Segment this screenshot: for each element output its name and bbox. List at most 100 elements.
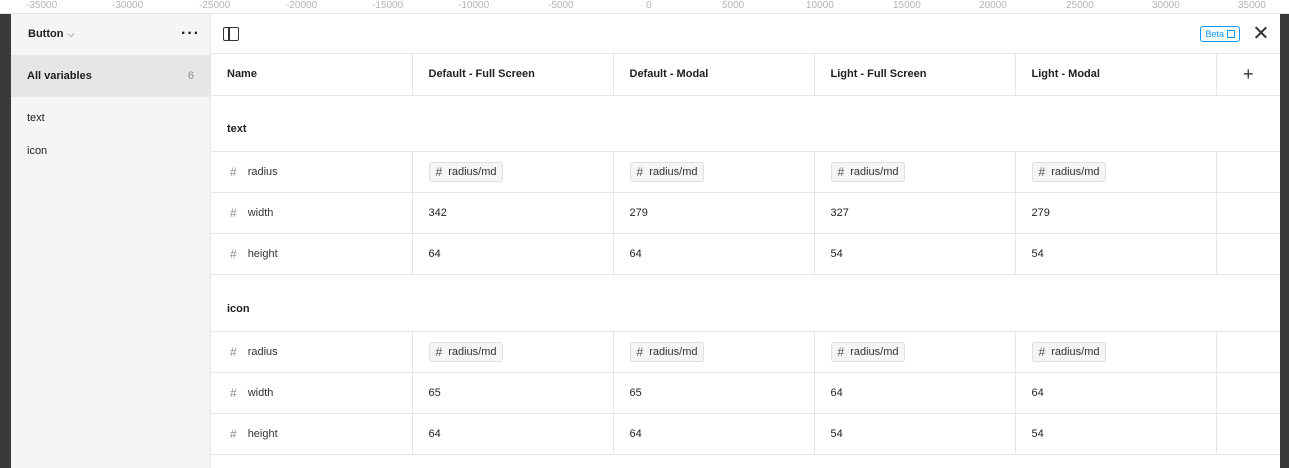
column-header-mode[interactable]: Light - Modal — [1015, 54, 1217, 96]
table-row[interactable]: # width 342 279 327 279 — [211, 192, 1280, 234]
toggle-sidebar-icon[interactable] — [223, 26, 239, 41]
sidebar-header: Button ⌵ ··· — [11, 14, 210, 54]
sidebar-item-icon[interactable]: icon — [11, 134, 210, 167]
number-variable-icon: # — [435, 344, 443, 359]
variable-name[interactable]: width — [248, 207, 274, 219]
number-variable-icon: # — [636, 344, 644, 359]
value-cell[interactable]: 64 — [613, 233, 815, 275]
table-toolbar: Beta — [211, 14, 1280, 54]
canvas-edge — [1280, 14, 1289, 468]
empty-cell — [1216, 233, 1280, 275]
value-cell[interactable]: 279 — [613, 192, 815, 234]
value-cell[interactable]: 64 — [412, 233, 614, 275]
ruler-tick: 0 — [646, 0, 652, 11]
sidebar-item-label: All variables — [27, 70, 92, 82]
canvas-ruler: -35000 -30000 -25000 -20000 -15000 -1000… — [0, 0, 1289, 14]
collection-dropdown[interactable]: Button ⌵ — [28, 28, 74, 40]
empty-cell — [1216, 372, 1280, 414]
group-row: text — [211, 95, 1280, 152]
variable-name[interactable]: width — [248, 387, 274, 399]
number-variable-icon: # — [230, 205, 237, 220]
alias-chip[interactable]: # radius/md — [629, 161, 705, 182]
value-cell[interactable]: 54 — [814, 233, 1016, 275]
collections-sidebar: Button ⌵ ··· All variables 6 text icon — [11, 14, 211, 468]
variable-name[interactable]: height — [248, 248, 278, 260]
ruler-tick: 35000 — [1238, 0, 1266, 11]
alias-chip[interactable]: # radius/md — [830, 161, 906, 182]
ruler-tick: -30000 — [112, 0, 144, 11]
column-header-mode[interactable]: Default - Full Screen — [412, 54, 614, 96]
variables-modal: Button ⌵ ··· All variables 6 text icon B… — [11, 14, 1280, 468]
value-cell[interactable]: 54 — [1015, 413, 1217, 455]
table-row[interactable]: # height 64 64 54 54 — [211, 413, 1280, 455]
table-row[interactable]: # radius # radius/md # radius/md # radius/md… — [211, 331, 1280, 373]
ruler-tick: -35000 — [26, 0, 58, 11]
column-header-name[interactable]: Name — [211, 54, 413, 96]
value-cell[interactable]: 279 — [1015, 192, 1217, 234]
alias-label: radius/md — [448, 345, 497, 358]
add-mode-button[interactable]: + — [1216, 54, 1280, 96]
value-cell[interactable]: 65 — [613, 372, 815, 414]
column-header-mode[interactable]: Light - Full Screen — [814, 54, 1016, 96]
alias-label: radius/md — [649, 345, 698, 358]
number-variable-icon: # — [837, 164, 845, 179]
variable-name[interactable]: radius — [248, 166, 278, 178]
value-cell[interactable]: 54 — [1015, 233, 1217, 275]
ruler-tick: 10000 — [806, 0, 834, 11]
alias-label: radius/md — [850, 165, 899, 178]
table-row[interactable]: # height 64 64 54 54 — [211, 233, 1280, 275]
more-options-icon[interactable]: ··· — [181, 26, 200, 42]
value-cell[interactable]: 64 — [412, 413, 614, 455]
variable-count: 6 — [187, 70, 194, 82]
number-variable-icon: # — [230, 246, 237, 261]
empty-cell — [1216, 151, 1280, 193]
group-title: icon — [211, 274, 1280, 332]
value-cell[interactable]: 327 — [814, 192, 1016, 234]
value-cell[interactable]: 64 — [613, 413, 815, 455]
value-cell[interactable]: 64 — [814, 372, 1016, 414]
alias-chip[interactable]: # radius/md — [428, 161, 504, 182]
sidebar-item-label: text — [27, 111, 45, 124]
variable-name[interactable]: radius — [248, 346, 278, 358]
sidebar-item-all-variables[interactable]: All variables 6 — [11, 55, 210, 97]
number-variable-icon: # — [230, 164, 237, 179]
column-header-mode[interactable]: Default - Modal — [613, 54, 815, 96]
ruler-tick: -15000 — [372, 0, 404, 11]
number-variable-icon: # — [230, 426, 237, 441]
sidebar-item-label: icon — [27, 144, 48, 157]
alias-label: radius/md — [850, 345, 899, 358]
ruler-tick: -10000 — [458, 0, 490, 11]
sidebar-item-text[interactable]: text — [11, 101, 210, 134]
table-row[interactable]: # radius # radius/md # radius/md # radius/md… — [211, 151, 1280, 193]
ruler-tick: 15000 — [893, 0, 921, 11]
number-variable-icon: # — [1038, 344, 1046, 359]
group-title: text — [211, 95, 1280, 152]
variable-name[interactable]: height — [248, 428, 278, 440]
ruler-tick: 25000 — [1066, 0, 1094, 11]
value-cell[interactable]: 54 — [814, 413, 1016, 455]
alias-chip[interactable]: # radius/md — [1031, 161, 1107, 182]
alias-chip[interactable]: # radius/md — [1031, 341, 1107, 362]
ruler-tick: -25000 — [199, 0, 231, 11]
alias-chip[interactable]: # radius/md — [629, 341, 705, 362]
beta-badge[interactable]: Beta — [1200, 26, 1240, 42]
value-cell[interactable]: 64 — [1015, 372, 1217, 414]
table-row[interactable]: # width 65 65 64 64 — [211, 372, 1280, 414]
value-cell[interactable]: 65 — [412, 372, 614, 414]
number-variable-icon: # — [636, 164, 644, 179]
ruler-tick: 5000 — [722, 0, 745, 11]
number-variable-icon: # — [435, 164, 443, 179]
number-variable-icon: # — [1038, 164, 1046, 179]
alias-label: radius/md — [1051, 165, 1100, 178]
chevron-down-icon: ⌵ — [67, 28, 75, 39]
empty-cell — [1216, 331, 1280, 373]
ruler-tick: 30000 — [1152, 0, 1180, 11]
close-icon[interactable] — [1252, 24, 1270, 42]
canvas-edge — [0, 14, 11, 468]
table-header-row: Name Default - Full Screen Default - Mod… — [211, 54, 1280, 96]
alias-chip[interactable]: # radius/md — [830, 341, 906, 362]
alias-chip[interactable]: # radius/md — [428, 341, 504, 362]
value-cell[interactable]: 342 — [412, 192, 614, 234]
ruler-tick: -5000 — [548, 0, 574, 11]
number-variable-icon: # — [837, 344, 845, 359]
